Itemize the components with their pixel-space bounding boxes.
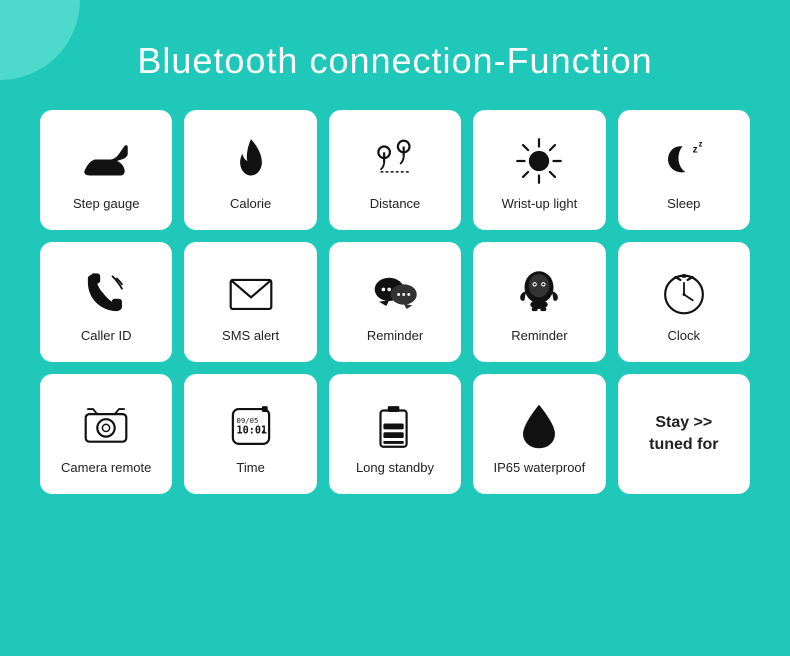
stay-tuned-text: Stay >>tuned for: [649, 412, 718, 457]
card-label-step-gauge: Step gauge: [73, 196, 140, 213]
card-stay-tuned: Stay >>tuned for: [618, 374, 750, 494]
card-label-long-standby: Long standby: [356, 460, 434, 477]
sun-icon: [510, 132, 568, 190]
card-wrist-up-light: Wrist-up light: [473, 110, 605, 230]
shoe-icon: [77, 132, 135, 190]
svg-text:09/05: 09/05: [236, 415, 258, 424]
card-sms-alert: SMS alert: [184, 242, 316, 362]
card-ip65-waterproof: IP65 waterproof: [473, 374, 605, 494]
card-camera-remote: Camera remote: [40, 374, 172, 494]
flame-icon: [222, 132, 280, 190]
card-time: 09/05 10:01 ♦ Time: [184, 374, 316, 494]
card-reminder-qq: Reminder: [473, 242, 605, 362]
distance-icon: [366, 132, 424, 190]
time-icon: 09/05 10:01 ♦: [222, 396, 280, 454]
wechat-icon: [366, 264, 424, 322]
camera-icon: [77, 396, 135, 454]
water-icon: [510, 396, 568, 454]
card-reminder-wechat: Reminder: [329, 242, 461, 362]
card-label-ip65-waterproof: IP65 waterproof: [494, 460, 586, 477]
svg-text:z: z: [692, 144, 697, 155]
card-label-calorie: Calorie: [230, 196, 271, 213]
card-label-reminder-qq: Reminder: [511, 328, 567, 345]
battery-icon: [366, 396, 424, 454]
sleep-icon: z z: [655, 132, 713, 190]
card-label-sleep: Sleep: [667, 196, 700, 213]
card-label-wrist-up-light: Wrist-up light: [502, 196, 578, 213]
card-long-standby: Long standby: [329, 374, 461, 494]
card-label-camera-remote: Camera remote: [61, 460, 151, 477]
card-calorie: Calorie: [184, 110, 316, 230]
clock-icon: [655, 264, 713, 322]
card-label-sms-alert: SMS alert: [222, 328, 279, 345]
card-label-reminder-wechat: Reminder: [367, 328, 423, 345]
mail-icon: [222, 264, 280, 322]
svg-text:z: z: [698, 139, 702, 148]
main-container: Bluetooth connection-Function Step gauge…: [0, 0, 790, 656]
card-sleep: z z Sleep: [618, 110, 750, 230]
card-label-caller-id: Caller ID: [81, 328, 132, 345]
feature-grid: Step gauge Calorie Distance: [40, 110, 750, 494]
phone-icon: [77, 264, 135, 322]
card-caller-id: Caller ID: [40, 242, 172, 362]
card-distance: Distance: [329, 110, 461, 230]
card-step-gauge: Step gauge: [40, 110, 172, 230]
page-title: Bluetooth connection-Function: [137, 40, 652, 82]
card-label-distance: Distance: [370, 196, 421, 213]
card-clock: Clock: [618, 242, 750, 362]
qq-icon: [510, 264, 568, 322]
card-label-clock: Clock: [668, 328, 701, 345]
card-label-time: Time: [236, 460, 264, 477]
